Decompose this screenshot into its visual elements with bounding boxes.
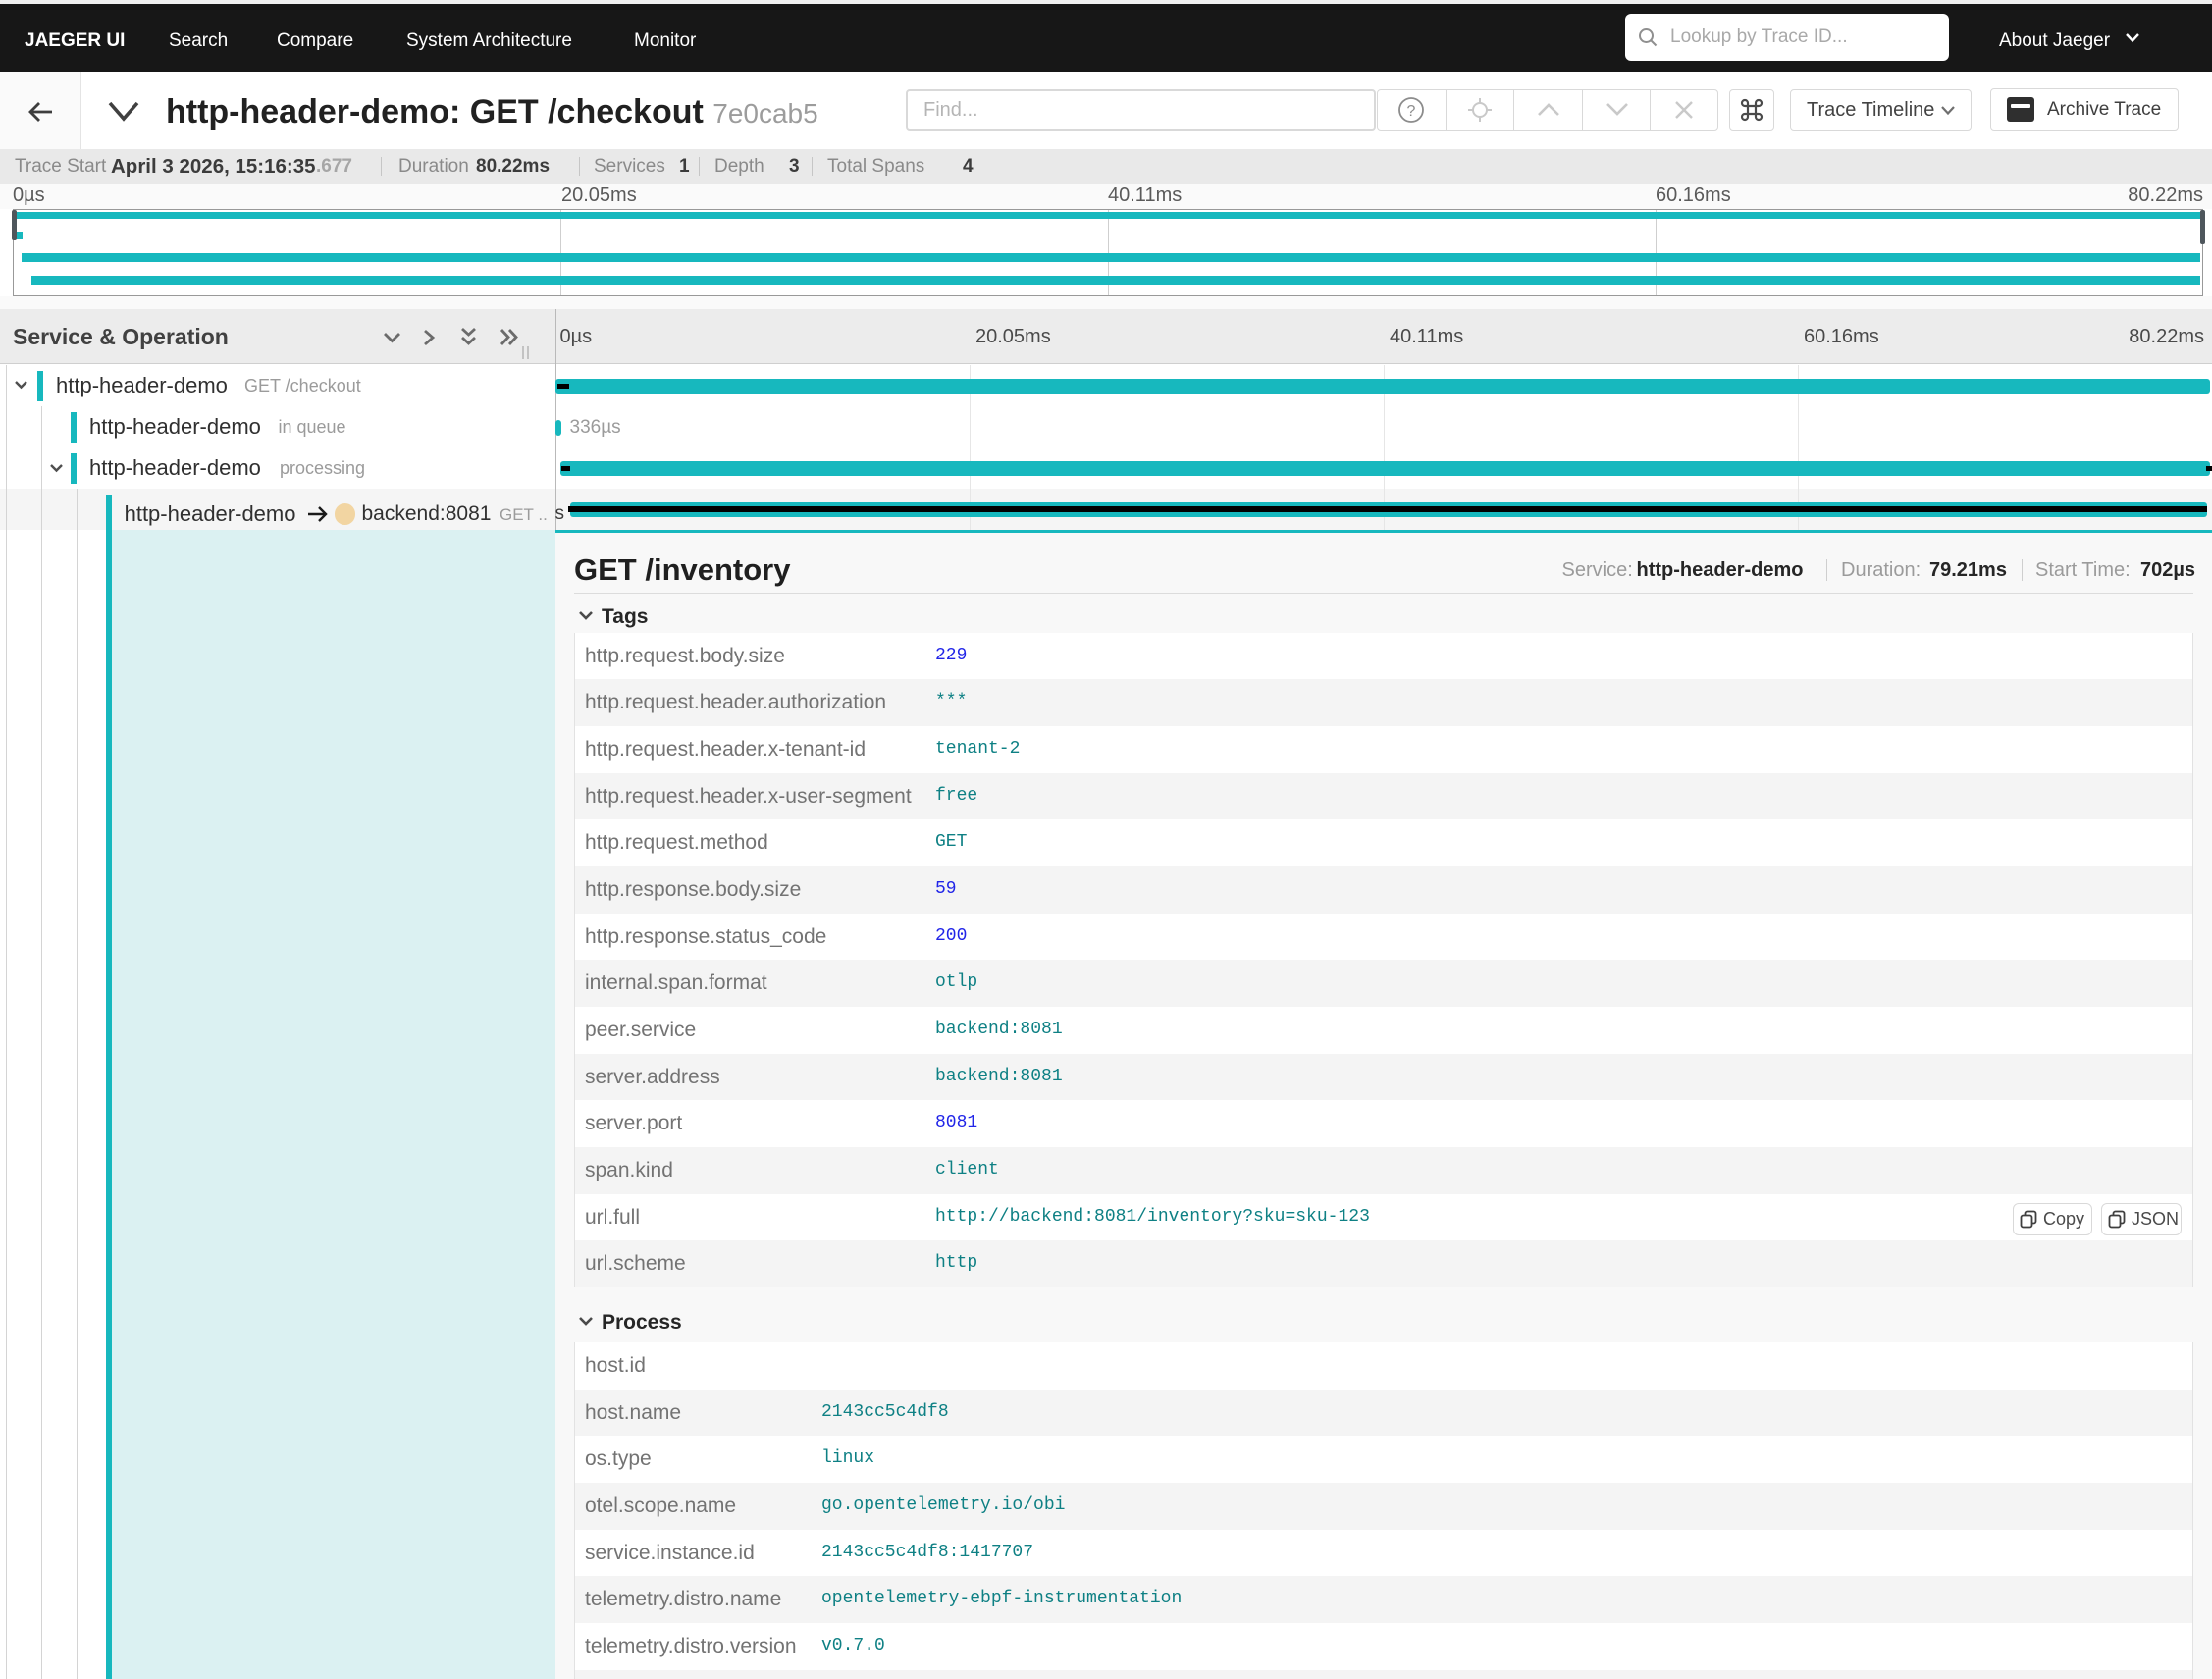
svg-text:?: ?	[1407, 103, 1416, 120]
